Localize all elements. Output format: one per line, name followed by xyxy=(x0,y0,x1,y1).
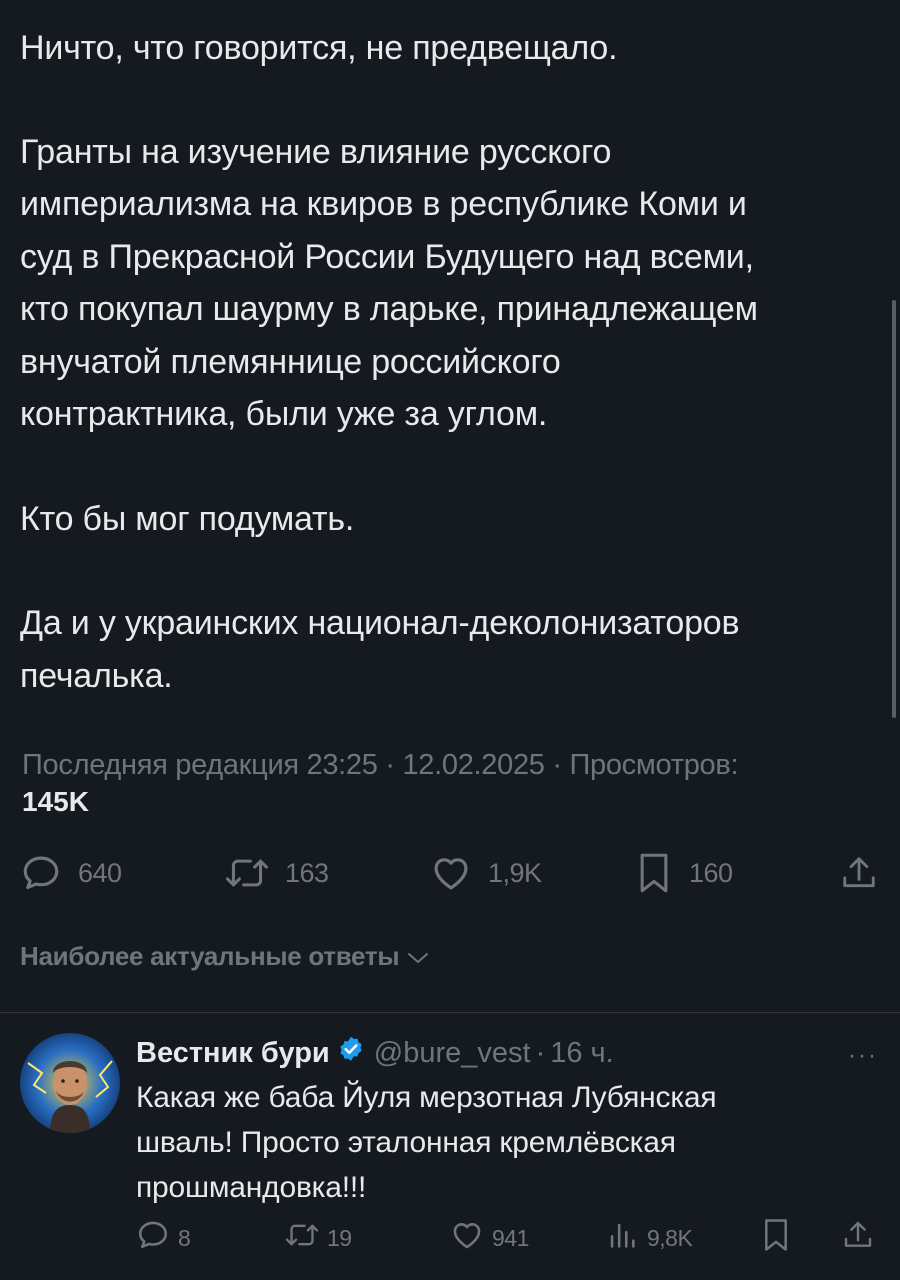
tweet-paragraph: Да и у украинских национал-деколонизатор… xyxy=(20,604,740,695)
reply-views-count: 9,8K xyxy=(647,1224,693,1251)
reply-reply-button[interactable]: 8 xyxy=(136,1218,191,1258)
reply-like-button[interactable]: 941 xyxy=(450,1218,529,1258)
edited-timestamp[interactable]: Последняя редакция 23:25 · 12.02.2025 xyxy=(22,749,545,781)
repost-icon xyxy=(225,852,269,894)
bookmark-icon xyxy=(760,1217,792,1259)
reply-reply-count: 8 xyxy=(178,1224,191,1251)
reply-like-count: 941 xyxy=(492,1224,529,1251)
like-count: 1,9K xyxy=(488,857,542,888)
reply-text: Какая же баба Йуля мерзотная Лубянская ш… xyxy=(136,1081,717,1204)
bookmark-button[interactable]: 160 xyxy=(635,848,733,898)
reply-repost-button[interactable]: 19 xyxy=(285,1218,352,1258)
chevron-down-icon xyxy=(399,941,429,972)
reply-button[interactable]: 640 xyxy=(20,848,122,898)
verified-badge-icon xyxy=(337,1035,365,1071)
reply-author-handle[interactable]: @bure_vest xyxy=(374,1037,531,1070)
edit-views-line: Последняя редакция 23:25 · 12.02.2025 · … xyxy=(22,745,882,785)
reply-count: 640 xyxy=(78,857,122,888)
reply-repost-count: 19 xyxy=(327,1224,352,1251)
tweet-paragraph: Кто бы мог подумать. xyxy=(20,499,355,538)
views-count: 145K xyxy=(22,786,89,817)
bookmark-icon xyxy=(635,851,673,895)
tweet-action-bar: 640 163 1,9K 160 xyxy=(0,848,900,898)
views-icon xyxy=(605,1218,639,1258)
repost-icon xyxy=(285,1219,319,1257)
like-icon xyxy=(430,852,472,894)
meta-separator: · xyxy=(544,749,570,781)
views-label: Просмотров: xyxy=(569,749,739,781)
reply-action-bar: 8 19 941 9,8K xyxy=(0,1218,900,1258)
tweet-body: Ничто, что говорится, не предвещало. Гра… xyxy=(20,22,870,702)
more-options-button[interactable]: ··· xyxy=(848,1042,878,1070)
repost-button[interactable]: 163 xyxy=(225,848,329,898)
replies-sort-dropdown[interactable]: Наиболее актуальные ответы xyxy=(20,941,429,972)
reply-share-button[interactable] xyxy=(842,1218,874,1258)
reply-author-name[interactable]: Вестник бури xyxy=(136,1037,330,1070)
tweet-paragraph: Ничто, что говорится, не предвещало. xyxy=(20,29,618,67)
share-icon xyxy=(840,853,878,893)
like-icon xyxy=(450,1218,484,1258)
reply-bookmark-button[interactable] xyxy=(760,1218,792,1258)
reply-views-button[interactable]: 9,8K xyxy=(605,1218,693,1258)
tweet-paragraph: Гранты на изучение влияние русского импе… xyxy=(20,132,758,434)
reply-separator: · xyxy=(535,1036,546,1069)
reply-icon xyxy=(136,1218,170,1258)
like-button[interactable]: 1,9K xyxy=(430,848,542,898)
reply-icon xyxy=(20,852,62,894)
avatar[interactable] xyxy=(20,1033,120,1133)
divider xyxy=(0,1012,900,1013)
replies-sort-label: Наиболее актуальные ответы xyxy=(20,941,400,971)
share-button[interactable] xyxy=(840,848,878,898)
repost-count: 163 xyxy=(285,857,329,888)
bookmark-count: 160 xyxy=(689,857,733,888)
scrollbar[interactable] xyxy=(892,300,896,718)
tweet-meta: Последняя редакция 23:25 · 12.02.2025 · … xyxy=(22,745,882,819)
reply-header: Вестник бури @bure_vest · 16 ч. xyxy=(136,1033,614,1073)
share-icon xyxy=(842,1218,874,1258)
reply-timestamp[interactable]: 16 ч. xyxy=(550,1037,613,1070)
